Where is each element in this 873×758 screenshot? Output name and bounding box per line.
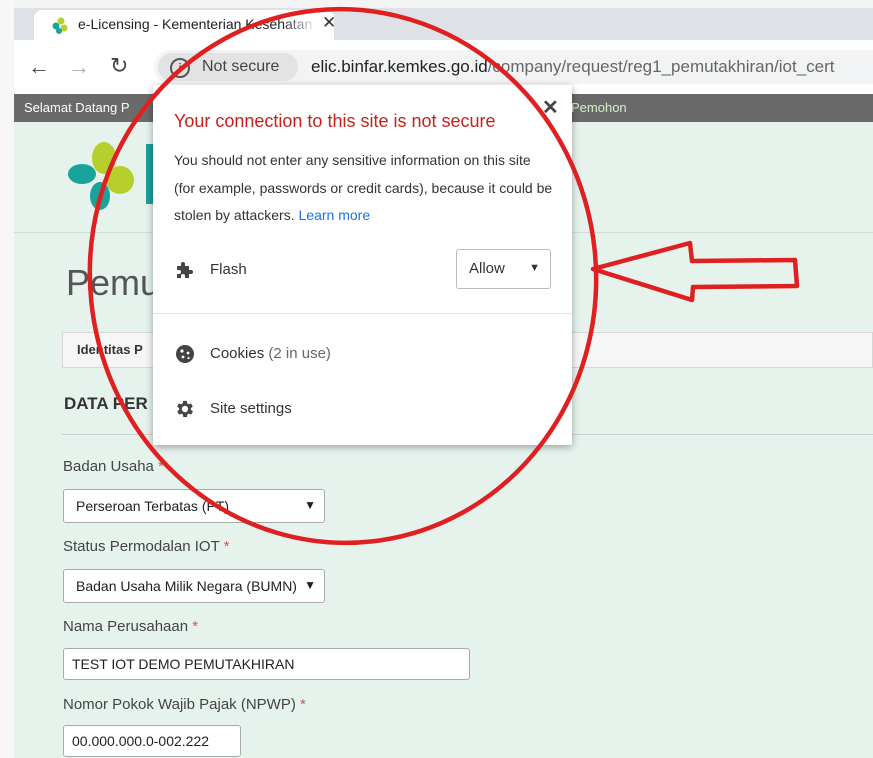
learn-more-link[interactable]: Learn more bbox=[299, 207, 371, 223]
forward-arrow-icon[interactable]: → bbox=[68, 54, 90, 80]
popup-body: You should not enter any sensitive infor… bbox=[174, 147, 554, 230]
kemkes-logo bbox=[68, 142, 154, 210]
url-host: elic.binfar.kemkes.go.id bbox=[311, 57, 488, 76]
cookies-row[interactable]: Cookies (2 in use) bbox=[210, 345, 331, 362]
badan-usaha-label-text: Badan Usaha bbox=[63, 458, 154, 475]
flash-permission-value: Allow bbox=[469, 260, 505, 277]
site-settings-link[interactable]: Site settings bbox=[210, 400, 292, 417]
tab-strip: e-Licensing - Kementerian Kesehatan ✕ bbox=[14, 8, 873, 40]
welcome-text: Selamat Datang P bbox=[24, 100, 130, 115]
favicon-icon bbox=[52, 17, 68, 34]
status-permodalan-label: Status Permodalan IOT * bbox=[63, 538, 229, 555]
badan-usaha-select[interactable]: Perseroan Terbatas (PT) ▼ bbox=[63, 489, 325, 523]
status-permodalan-label-text: Status Permodalan IOT bbox=[63, 538, 220, 555]
tab-close-icon[interactable]: ✕ bbox=[322, 13, 336, 33]
back-arrow-icon[interactable]: ← bbox=[28, 54, 50, 80]
welcome-role[interactable]: Pemohon bbox=[571, 100, 627, 115]
browser-tab[interactable]: e-Licensing - Kementerian Kesehatan ✕ bbox=[34, 10, 336, 40]
url-text[interactable]: elic.binfar.kemkes.go.id/company/request… bbox=[311, 57, 835, 77]
outer-frame-left bbox=[0, 0, 14, 758]
popup-title: Your connection to this site is not secu… bbox=[174, 111, 496, 131]
address-bar[interactable]: i Not secure elic.binfar.kemkes.go.id/co… bbox=[154, 50, 873, 84]
page-title: Pemu bbox=[66, 262, 161, 303]
reload-icon[interactable]: ↻ bbox=[110, 53, 128, 79]
popup-divider bbox=[153, 313, 572, 314]
nama-perusahaan-input[interactable]: TEST IOT DEMO PEMUTAKHIRAN bbox=[63, 648, 470, 680]
npwp-label: Nomor Pokok Wajib Pajak (NPWP) * bbox=[63, 696, 306, 713]
required-mark: * bbox=[300, 696, 306, 713]
cookies-label: Cookies bbox=[210, 345, 265, 362]
nama-perusahaan-label-text: Nama Perusahaan bbox=[63, 618, 189, 635]
close-icon[interactable]: ✕ bbox=[542, 95, 559, 120]
badan-usaha-value: Perseroan Terbatas (PT) bbox=[76, 498, 230, 514]
section-title: DATA PER bbox=[64, 394, 148, 413]
tab-identitas[interactable]: Identitas P bbox=[77, 342, 143, 357]
caret-down-icon: ▼ bbox=[304, 578, 316, 592]
flash-label: Flash bbox=[210, 261, 247, 278]
security-chip[interactable]: i Not secure bbox=[158, 53, 298, 81]
security-chip-label: Not secure bbox=[202, 58, 280, 75]
cookies-count: (2 in use) bbox=[268, 345, 331, 362]
badan-usaha-label: Badan Usaha * bbox=[63, 458, 164, 475]
npwp-label-text: Nomor Pokok Wajib Pajak (NPWP) bbox=[63, 696, 296, 713]
info-icon: i bbox=[170, 58, 190, 78]
tab-title: e-Licensing - Kementerian Kesehatan bbox=[78, 16, 313, 32]
site-info-popup: ✕ Your connection to this site is not se… bbox=[153, 85, 572, 445]
puzzle-icon bbox=[177, 262, 193, 278]
npwp-input[interactable]: 00.000.000.0-002.222 bbox=[63, 725, 241, 757]
cookie-icon bbox=[176, 345, 194, 363]
gear-icon bbox=[177, 400, 193, 418]
status-permodalan-value: Badan Usaha Milik Negara (BUMN) bbox=[76, 578, 296, 594]
flash-permission-select[interactable]: Allow ▼ bbox=[456, 249, 551, 289]
url-path: /company/request/reg1_pemutakhiran/iot_c… bbox=[487, 57, 835, 76]
status-permodalan-select[interactable]: Badan Usaha Milik Negara (BUMN) ▼ bbox=[63, 569, 325, 603]
required-mark: * bbox=[223, 538, 230, 555]
caret-down-icon: ▼ bbox=[529, 262, 540, 274]
required-mark: * bbox=[158, 458, 164, 475]
required-mark: * bbox=[192, 618, 199, 635]
outer-frame-top bbox=[0, 0, 873, 8]
nama-perusahaan-label: Nama Perusahaan * bbox=[63, 618, 198, 635]
caret-down-icon: ▼ bbox=[304, 498, 316, 512]
